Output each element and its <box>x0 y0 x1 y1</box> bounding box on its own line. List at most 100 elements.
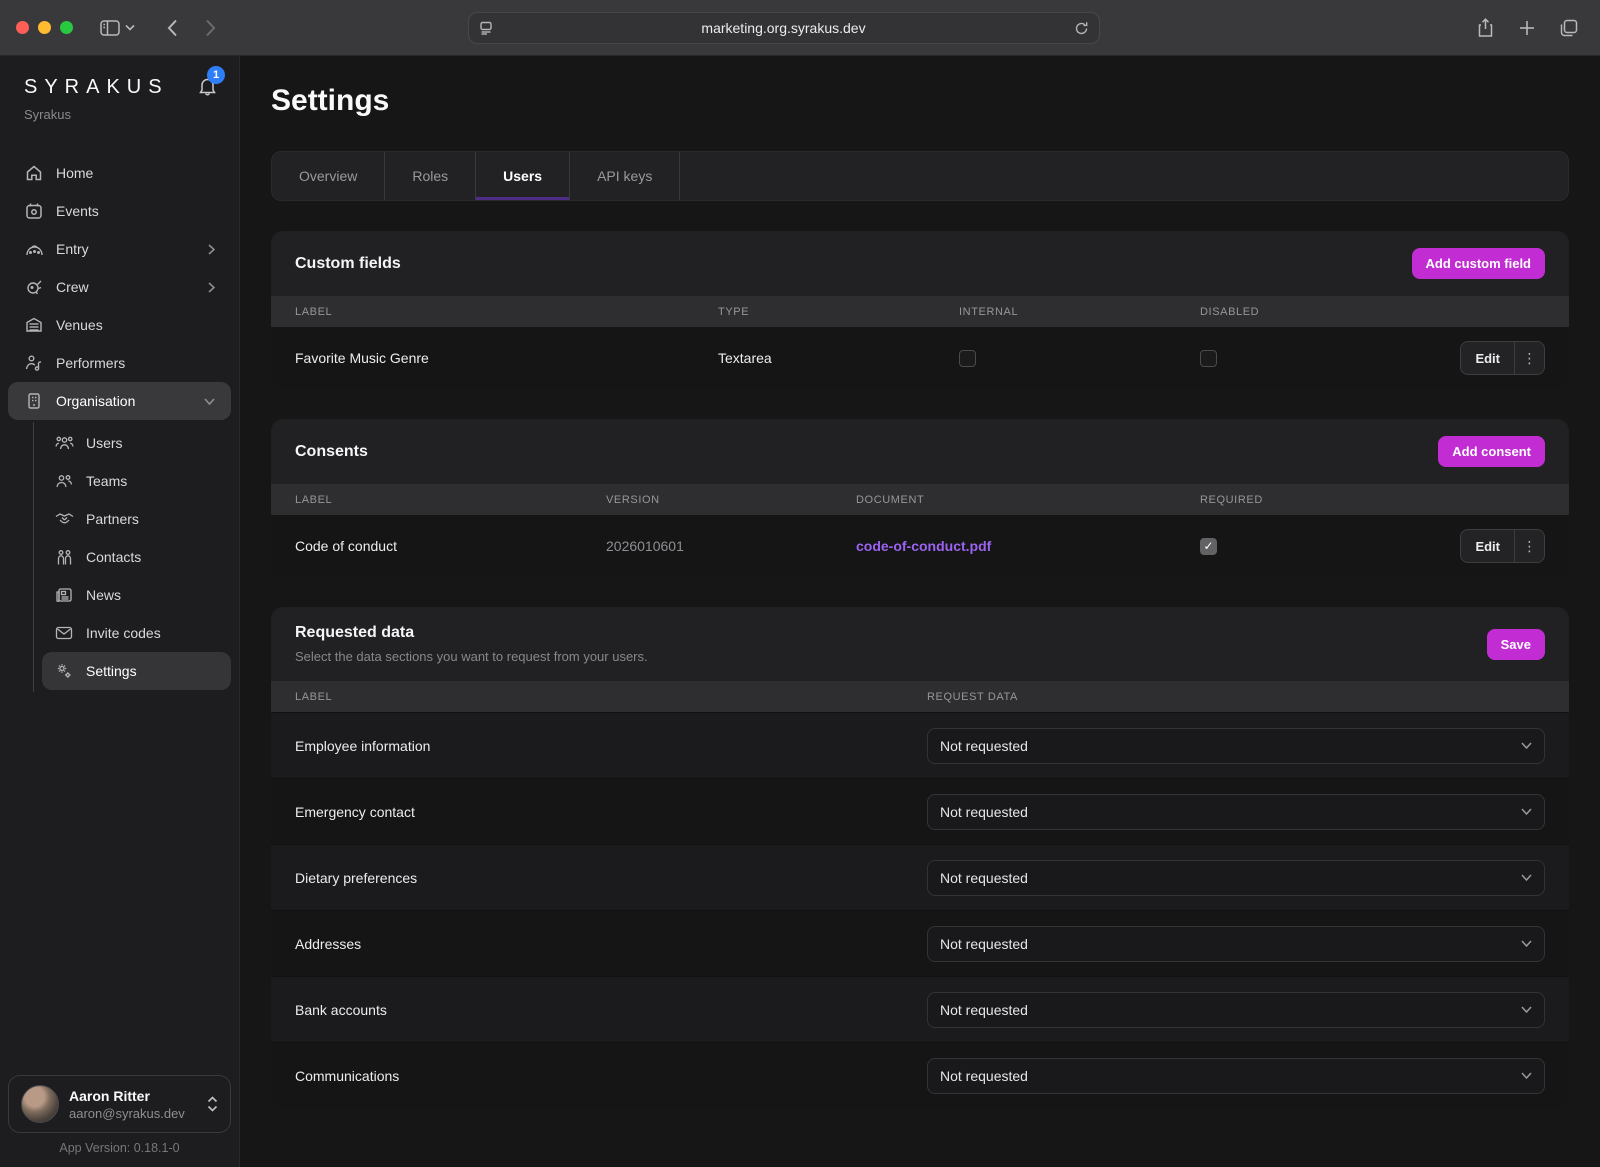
consent-version: 2026010601 <box>606 538 856 554</box>
requested-data-section: Requested data Select the data sections … <box>271 607 1569 1108</box>
sidebar-nav: Home Events Entry <box>0 154 239 694</box>
internal-checkbox[interactable] <box>959 350 976 367</box>
back-button[interactable] <box>157 13 187 43</box>
app-logo: SYRAKUS <box>24 76 219 99</box>
notifications-button[interactable]: 1 <box>198 76 217 96</box>
request-data-select[interactable]: Not requested <box>927 1058 1545 1094</box>
tab-overview-icon[interactable] <box>1554 13 1584 43</box>
minimize-window-button[interactable] <box>38 21 51 34</box>
table-row: Employee information Not requested <box>271 712 1569 778</box>
close-window-button[interactable] <box>16 21 29 34</box>
custom-field-label: Favorite Music Genre <box>295 350 718 366</box>
required-checkbox[interactable]: ✓ <box>1200 538 1217 555</box>
entry-gate-icon <box>24 240 44 258</box>
calendar-icon <box>24 202 44 220</box>
user-menu[interactable]: Aaron Ritter aaron@syrakus.dev <box>8 1075 231 1133</box>
chevron-down-icon <box>1521 1072 1532 1079</box>
column-header-required: REQUIRED <box>1200 494 1449 506</box>
organisation-name: Syrakus <box>24 107 219 122</box>
home-icon <box>24 164 44 182</box>
tab-api-keys[interactable]: API keys <box>570 152 680 200</box>
organisation-icon <box>24 392 44 410</box>
request-data-select[interactable]: Not requested <box>927 794 1545 830</box>
sidebar-item-news[interactable]: News <box>42 576 231 614</box>
browser-chrome: marketing.org.syrakus.dev <box>0 0 1600 56</box>
save-button[interactable]: Save <box>1487 629 1545 660</box>
chevron-down-icon <box>204 398 215 405</box>
add-custom-field-button[interactable]: Add custom field <box>1412 248 1545 279</box>
column-header-version: VERSION <box>606 494 856 506</box>
requested-data-label: Employee information <box>295 738 927 754</box>
column-header-label: LABEL <box>295 494 606 506</box>
zoom-window-button[interactable] <box>60 21 73 34</box>
column-header-document: DOCUMENT <box>856 494 1200 506</box>
edit-button[interactable]: Edit <box>1461 530 1514 562</box>
chevron-down-icon <box>1521 874 1532 881</box>
teams-icon <box>54 473 74 489</box>
consent-document-link[interactable]: code-of-conduct.pdf <box>856 538 1200 554</box>
column-header-request-data: REQUEST DATA <box>927 691 1545 703</box>
table-row: Emergency contact Not requested <box>271 778 1569 844</box>
reload-icon[interactable] <box>1074 21 1089 36</box>
table-row: Favorite Music Genre Textarea Edit ⋮ <box>271 327 1569 389</box>
sidebar-item-users[interactable]: Users <box>42 424 231 462</box>
crew-icon <box>24 278 44 296</box>
column-header-disabled: DISABLED <box>1200 306 1449 318</box>
request-data-select[interactable]: Not requested <box>927 992 1545 1028</box>
tab-roles[interactable]: Roles <box>385 152 476 200</box>
sidebar-item-performers[interactable]: Performers <box>8 344 231 382</box>
url-text: marketing.org.syrakus.dev <box>493 20 1074 36</box>
column-header-type: TYPE <box>718 306 959 318</box>
newspaper-icon <box>54 587 74 603</box>
section-subtitle: Select the data sections you want to req… <box>295 649 648 664</box>
request-data-select[interactable]: Not requested <box>927 860 1545 896</box>
consents-section: Consents Add consent LABEL VERSION DOCUM… <box>271 419 1569 577</box>
user-email: aaron@syrakus.dev <box>69 1106 197 1121</box>
requested-data-label: Communications <box>295 1068 927 1084</box>
sidebar-item-venues[interactable]: Venues <box>8 306 231 344</box>
sidebar-item-partners[interactable]: Partners <box>42 500 231 538</box>
gears-icon <box>54 662 74 680</box>
users-icon <box>54 435 74 451</box>
tab-users[interactable]: Users <box>476 152 570 200</box>
table-row: Addresses Not requested <box>271 910 1569 976</box>
forward-button[interactable] <box>195 13 225 43</box>
sidebar-item-teams[interactable]: Teams <box>42 462 231 500</box>
tab-overview[interactable]: Overview <box>272 152 385 200</box>
requested-data-label: Dietary preferences <box>295 870 927 886</box>
share-icon[interactable] <box>1470 13 1500 43</box>
performer-icon <box>24 354 44 372</box>
section-title: Requested data <box>295 624 648 642</box>
sidebar-item-contacts[interactable]: Contacts <box>42 538 231 576</box>
user-name: Aaron Ritter <box>69 1088 197 1104</box>
kebab-menu-icon[interactable]: ⋮ <box>1514 342 1544 374</box>
table-row: Dietary preferences Not requested <box>271 844 1569 910</box>
new-tab-icon[interactable] <box>1512 13 1542 43</box>
request-data-select[interactable]: Not requested <box>927 728 1545 764</box>
requested-data-label: Addresses <box>295 936 927 952</box>
sidebar-item-organisation[interactable]: Organisation <box>8 382 231 420</box>
sidebar-item-settings[interactable]: Settings <box>42 652 231 690</box>
address-bar[interactable]: marketing.org.syrakus.dev <box>468 12 1100 44</box>
edit-button[interactable]: Edit <box>1461 342 1514 374</box>
sidebar-item-invite-codes[interactable]: Invite codes <box>42 614 231 652</box>
kebab-menu-icon[interactable]: ⋮ <box>1514 530 1544 562</box>
sidebar-item-crew[interactable]: Crew <box>8 268 231 306</box>
sidebar-item-events[interactable]: Events <box>8 192 231 230</box>
consent-label: Code of conduct <box>295 538 606 554</box>
add-consent-button[interactable]: Add consent <box>1438 436 1545 467</box>
sidebar-dropdown-chevron-icon[interactable] <box>121 13 139 43</box>
sidebar-item-home[interactable]: Home <box>8 154 231 192</box>
table-row: Bank accounts Not requested <box>271 976 1569 1042</box>
window-controls <box>16 21 73 34</box>
request-data-select[interactable]: Not requested <box>927 926 1545 962</box>
chevron-right-icon <box>208 244 215 255</box>
chevron-right-icon <box>208 282 215 293</box>
custom-fields-section: Custom fields Add custom field LABEL TYP… <box>271 231 1569 389</box>
disabled-checkbox[interactable] <box>1200 350 1217 367</box>
main-content: Settings Overview Roles Users API keys C… <box>240 56 1600 1167</box>
table-row: Code of conduct 2026010601 code-of-condu… <box>271 515 1569 577</box>
chevron-down-icon <box>1521 742 1532 749</box>
section-title: Custom fields <box>295 255 401 273</box>
sidebar-item-entry[interactable]: Entry <box>8 230 231 268</box>
